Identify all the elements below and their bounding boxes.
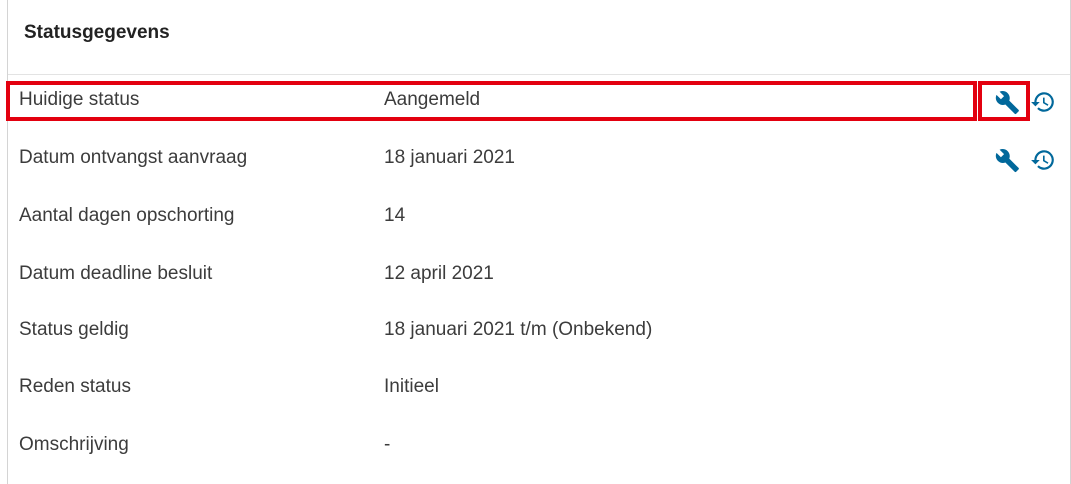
row-value: - [384,434,391,455]
row-value: 14 [384,205,406,226]
row-label: Datum deadline besluit [19,263,213,284]
row-omschrijving: Omschrijving - [8,417,1070,475]
status-panel: Statusgegevens Huidige status Aangemeld … [7,0,1071,484]
row-value: Aangemeld [384,89,481,110]
row-value: Initieel [384,376,439,397]
row-actions [990,145,1070,175]
row-huidige-status: Huidige status Aangemeld [8,72,1070,130]
row-label: Datum ontvangst aanvraag [19,147,248,168]
row-value: 18 januari 2021 t/m (Onbekend) [384,319,653,340]
panel-title: Statusgegevens [24,22,170,43]
row-reden-status: Reden status Initieel [8,359,1070,417]
row-label: Status geldig [19,319,129,340]
row-actions [990,87,1070,117]
history-icon[interactable] [1028,87,1058,117]
row-status-geldig: Status geldig 18 januari 2021 t/m (Onbek… [8,302,1070,360]
history-icon[interactable] [1028,145,1058,175]
row-label: Omschrijving [19,434,129,455]
row-datum-deadline: Datum deadline besluit 12 april 2021 [8,246,1070,304]
row-label: Aantal dagen opschorting [19,205,235,226]
row-aantal-dagen: Aantal dagen opschorting 14 [8,188,1070,246]
wrench-icon[interactable] [992,87,1022,117]
row-value: 18 januari 2021 [384,147,515,168]
row-value: 12 april 2021 [384,263,494,284]
wrench-icon[interactable] [992,145,1022,175]
row-label: Huidige status [19,89,140,110]
row-datum-ontvangst: Datum ontvangst aanvraag 18 januari 2021 [8,130,1070,188]
row-label: Reden status [19,376,131,397]
